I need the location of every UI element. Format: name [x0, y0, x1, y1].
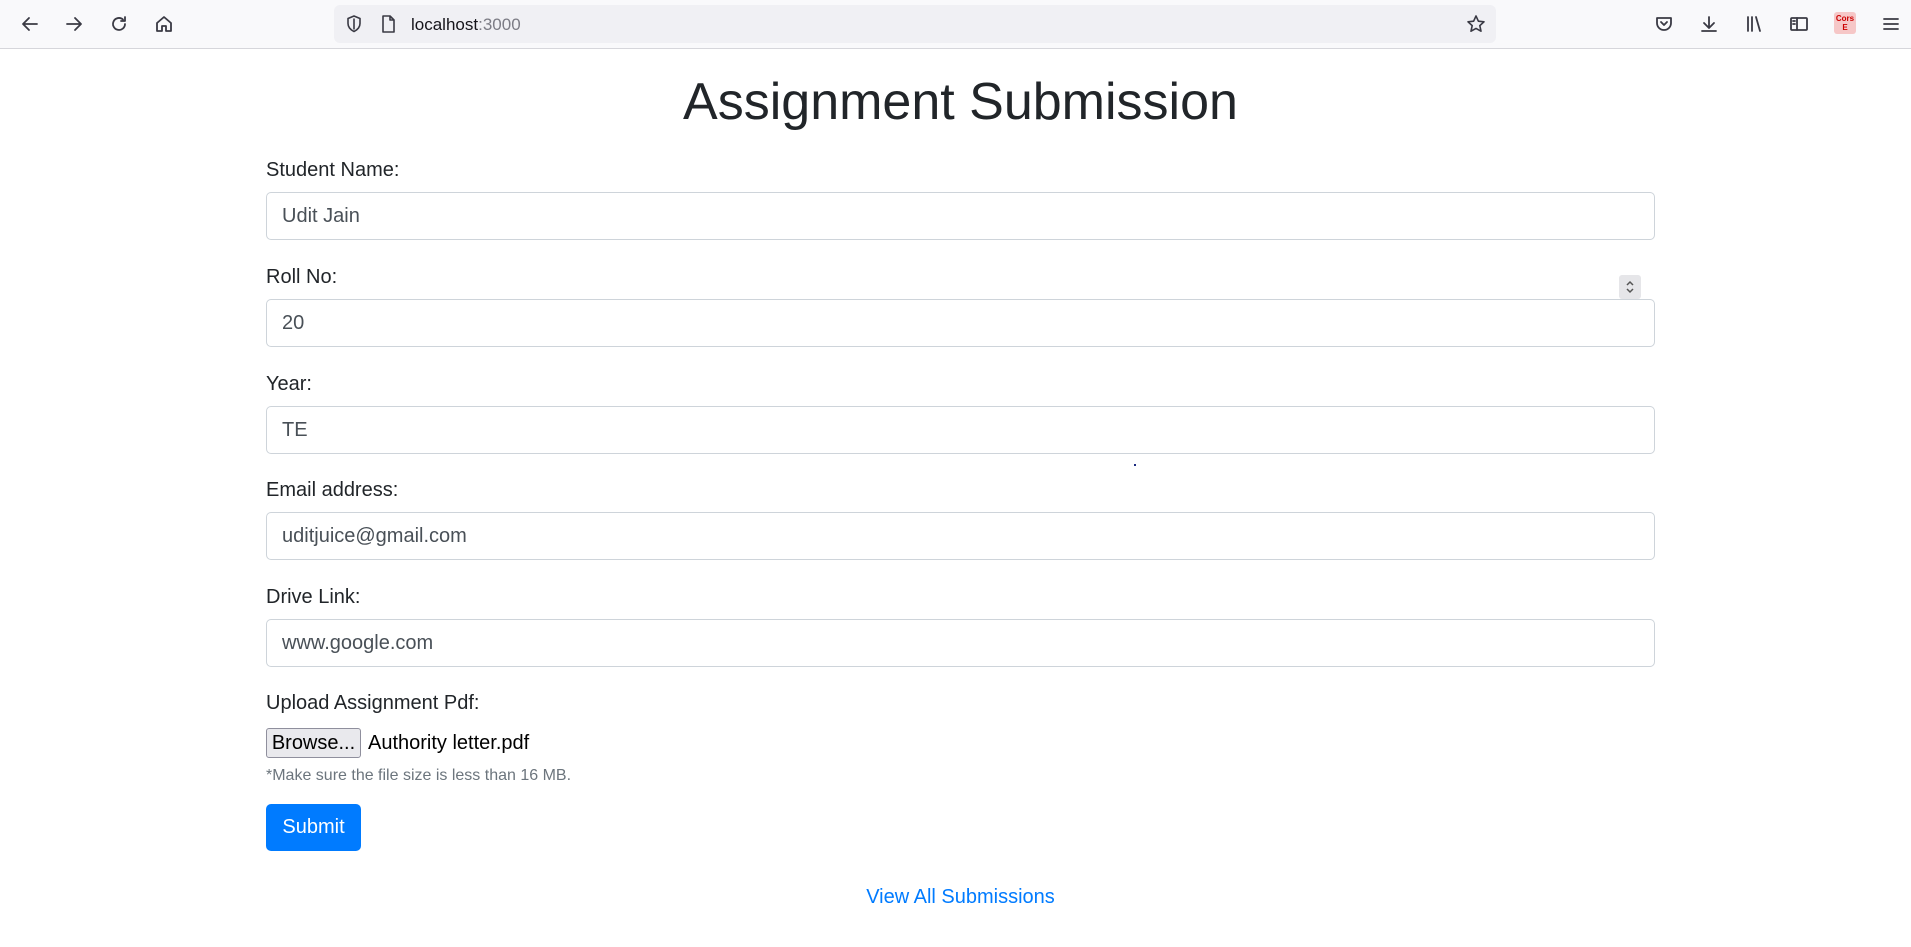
pocket-button[interactable]	[1648, 8, 1680, 40]
file-input[interactable]: Browse... Authority letter.pdf	[266, 728, 1655, 758]
email-group: Email address: uditjuice@gmail.com	[266, 477, 1655, 560]
upload-group: Upload Assignment Pdf: Browse... Authori…	[266, 690, 1655, 785]
submit-button[interactable]: Submit	[266, 804, 361, 851]
number-stepper[interactable]	[1619, 275, 1641, 299]
pocket-icon	[1656, 17, 1672, 31]
student-name-label: Student Name:	[266, 159, 400, 181]
student-name-group: Student Name: Udit Jain	[266, 157, 1655, 240]
url-text: localhost:3000	[411, 15, 521, 35]
page-info-icon[interactable]	[378, 14, 398, 39]
file-size-help: *Make sure the file size is less than 16…	[266, 767, 572, 784]
arrow-right-icon	[66, 17, 82, 31]
cors-extension-icon[interactable]: Cors E	[1834, 12, 1856, 34]
bookmark-star-icon[interactable]	[1466, 14, 1486, 39]
home-icon	[156, 16, 172, 32]
roll-no-label: Roll No:	[266, 266, 338, 288]
back-button[interactable]	[14, 8, 46, 40]
shield-icon[interactable]	[344, 14, 364, 39]
drive-link-label: Drive Link:	[266, 586, 361, 608]
url-host: localhost	[411, 15, 479, 34]
sidebar-icon	[1790, 17, 1808, 31]
year-input[interactable]: TE	[266, 406, 1655, 454]
browser-toolbar: localhost:3000 Cors E	[0, 0, 1911, 49]
form-container: Assignment Submission Student Name: Udit…	[266, 49, 1655, 908]
reload-button[interactable]	[103, 8, 135, 40]
download-icon	[1701, 16, 1717, 32]
url-port: :3000	[478, 15, 521, 34]
arrow-left-icon	[22, 17, 38, 31]
chevron-up-icon[interactable]	[1625, 279, 1635, 287]
downloads-button[interactable]	[1693, 8, 1725, 40]
drive-link-group: Drive Link: www.google.com	[266, 584, 1655, 667]
menu-button[interactable]	[1875, 8, 1907, 40]
reload-icon	[112, 16, 126, 31]
drive-link-input[interactable]: www.google.com	[266, 619, 1655, 667]
home-button[interactable]	[148, 8, 180, 40]
forward-button[interactable]	[58, 8, 90, 40]
url-bar[interactable]: localhost:3000	[334, 5, 1496, 43]
selected-file-name: Authority letter.pdf	[368, 731, 530, 754]
hamburger-menu-icon	[1883, 18, 1899, 30]
browse-button[interactable]: Browse...	[266, 728, 361, 758]
view-all-submissions-link[interactable]: View All Submissions	[266, 886, 1655, 909]
stray-dot	[1134, 464, 1136, 466]
sidebar-button[interactable]	[1783, 8, 1815, 40]
email-label: Email address:	[266, 479, 399, 501]
roll-no-input[interactable]: 20	[266, 299, 1655, 347]
roll-no-group: Roll No: 20	[266, 264, 1655, 347]
page-title: Assignment Submission	[683, 73, 1238, 131]
library-icon	[1747, 16, 1761, 32]
library-button[interactable]	[1738, 8, 1770, 40]
email-input[interactable]: uditjuice@gmail.com	[266, 512, 1655, 560]
chevron-down-icon[interactable]	[1625, 287, 1635, 295]
student-name-input[interactable]: Udit Jain	[266, 192, 1655, 240]
year-label: Year:	[266, 373, 312, 395]
roll-no-value: 20	[282, 311, 305, 334]
upload-label: Upload Assignment Pdf:	[266, 692, 480, 714]
year-group: Year: TE	[266, 371, 1655, 454]
